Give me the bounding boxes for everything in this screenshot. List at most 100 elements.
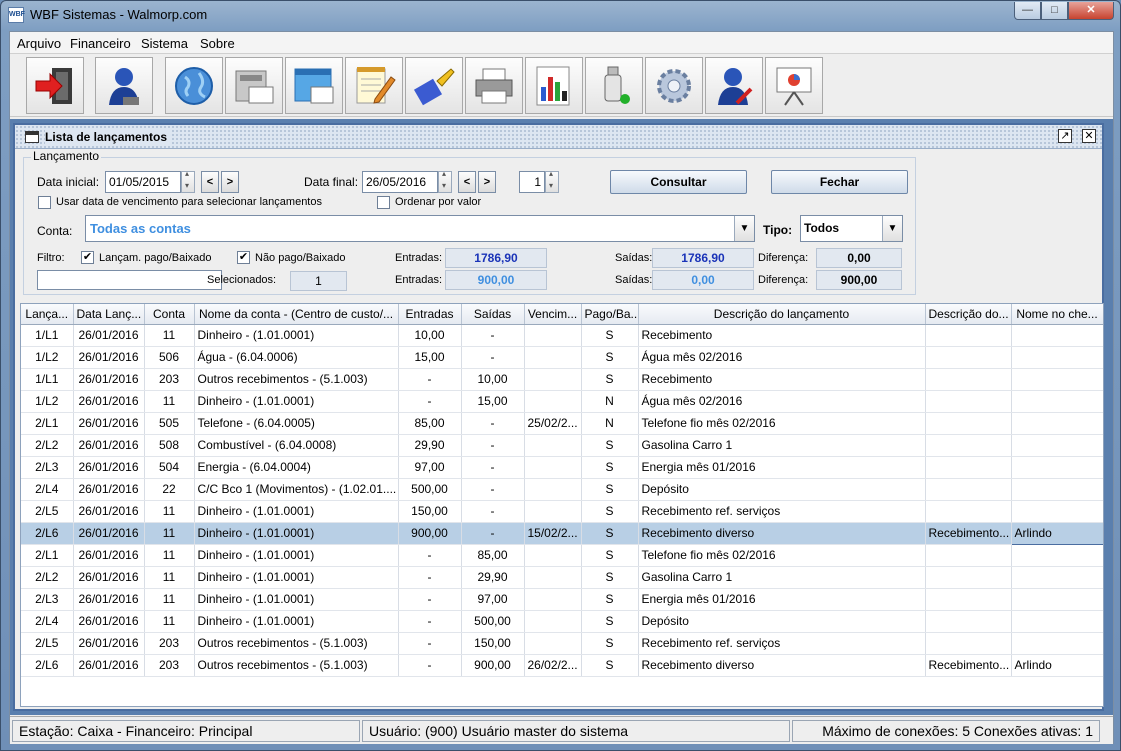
table-row[interactable]: 2/L6 26/01/2016 11 Dinheiro - (1.01.0001) 90… <box>21 521 1103 545</box>
column-header[interactable]: Saídas <box>461 304 525 325</box>
table-row[interactable]: 2/L1 26/01/2016 11 Dinheiro - (1.01.0001) -8… <box>21 544 1103 567</box>
maximize-button[interactable]: □ <box>1041 2 1068 20</box>
column-header[interactable]: Entradas <box>398 304 462 325</box>
data-inicial-prev-button[interactable]: < <box>201 171 219 193</box>
table-cell: S <box>581 478 639 501</box>
internet-button[interactable] <box>165 57 223 114</box>
settings-button[interactable] <box>645 57 703 114</box>
table-cell: Outros recebimentos - (5.1.003) <box>194 632 399 655</box>
menu-sobre[interactable]: Sobre <box>200 36 235 51</box>
column-header[interactable]: Pago/Ba... <box>581 304 639 325</box>
column-header[interactable]: Data Lanç... <box>73 304 145 325</box>
table-cell: - <box>398 544 462 567</box>
table-cell: Outros recebimentos - (5.1.003) <box>194 654 399 677</box>
data-final-spinner[interactable] <box>438 169 452 193</box>
table-cell <box>925 390 1012 413</box>
entradas-total: 1786,90 <box>445 248 547 268</box>
table-cell <box>1011 610 1103 633</box>
table-cell: Dinheiro - (1.01.0001) <box>194 324 399 347</box>
group-label: Lançamento <box>31 149 102 163</box>
usar-vencimento-checkbox[interactable] <box>38 196 51 209</box>
consultar-button[interactable]: Consultar <box>610 170 747 194</box>
table-header: Lança... Data Lanç... Conta Nome da conta -… <box>21 304 1103 325</box>
table-row[interactable]: 1/L1 26/01/2016 203 Outros recebimentos - (… <box>21 368 1103 391</box>
lancamentos-table[interactable]: Lança... Data Lanç... Conta Nome da conta -… <box>20 303 1104 707</box>
ordenar-valor-checkbox[interactable] <box>377 196 390 209</box>
data-inicial-spinner[interactable] <box>181 169 195 193</box>
table-cell: 26/01/2016 <box>73 390 145 413</box>
chevron-down-icon[interactable]: ▼ <box>882 216 902 241</box>
counter-input[interactable]: 1 <box>519 171 545 193</box>
data-inicial-input[interactable]: 01/05/2015 <box>105 171 181 193</box>
table-row[interactable]: 2/L2 26/01/2016 11 Dinheiro - (1.01.0001) -2… <box>21 566 1103 589</box>
counter-spinner[interactable] <box>545 169 559 193</box>
status-bar: Estação: Caixa - Financeiro: Principal U… <box>10 716 1113 744</box>
conta-select[interactable]: Todas as contas ▼ <box>85 215 755 242</box>
column-header[interactable]: Conta <box>144 304 195 325</box>
notepad-button[interactable] <box>345 57 403 114</box>
table-row[interactable]: 1/L2 26/01/2016 11 Dinheiro - (1.01.0001) -1… <box>21 390 1103 413</box>
data-final-prev-button[interactable]: < <box>458 171 476 193</box>
client-area: Arquivo Financeiro Sistema Sobre Lista d… <box>9 31 1114 744</box>
table-row[interactable]: 1/L2 26/01/2016 506 Água - (6.04.0006) 15,00… <box>21 346 1103 369</box>
close-button[interactable]: ✕ <box>1068 2 1114 20</box>
table-row[interactable]: 2/L5 26/01/2016 11 Dinheiro - (1.01.0001) 15… <box>21 500 1103 523</box>
pago-checkbox[interactable]: ✔ <box>81 251 94 264</box>
printer-button[interactable] <box>465 57 523 114</box>
table-row[interactable]: 2/L2 26/01/2016 508 Combustível - (6.04.000… <box>21 434 1103 457</box>
column-header[interactable]: Lança... <box>21 304 74 325</box>
table-row[interactable]: 2/L5 26/01/2016 203 Outros recebimentos - (… <box>21 632 1103 655</box>
table-cell: S <box>581 346 639 369</box>
table-row[interactable]: 2/L4 26/01/2016 22 C/C Bco 1 (Movimentos) -… <box>21 478 1103 501</box>
frame-title-bar[interactable]: Lista de lançamentos ↗ ✕ <box>15 125 1102 149</box>
table-cell: 500,00 <box>398 478 462 501</box>
column-header[interactable]: Descrição do... <box>925 304 1012 325</box>
table-cell: 1/L2 <box>21 390 74 413</box>
chart-button[interactable] <box>525 57 583 114</box>
frame-detach-icon[interactable]: ↗ <box>1058 129 1072 143</box>
table-cell: 11 <box>144 588 195 611</box>
minimize-button[interactable]: — <box>1014 2 1041 20</box>
data-final-input[interactable]: 26/05/2016 <box>362 171 438 193</box>
title-bar[interactable]: WBF WBF Sistemas - Walmorp.com — □ ✕ <box>1 1 1120 29</box>
tipo-select[interactable]: Todos ▼ <box>800 215 903 242</box>
table-cell <box>925 368 1012 391</box>
user-tools-button[interactable] <box>705 57 763 114</box>
exit-button[interactable] <box>26 57 84 114</box>
user-button[interactable] <box>95 57 153 114</box>
table-cell: 15,00 <box>398 346 462 369</box>
table-cell: Energia mês 01/2016 <box>638 588 926 611</box>
nao-pago-checkbox[interactable]: ✔ <box>237 251 250 264</box>
table-cell <box>524 500 582 523</box>
table-cell: 85,00 <box>461 544 525 567</box>
table-row[interactable]: 2/L6 26/01/2016 203 Outros recebimentos - (… <box>21 654 1103 677</box>
window-button[interactable] <box>285 57 343 114</box>
table-cell: Recebimento ref. serviços <box>638 632 926 655</box>
column-header[interactable]: Vencim... <box>524 304 582 325</box>
column-header[interactable]: Descrição do lançamento <box>638 304 926 325</box>
table-cell: S <box>581 456 639 479</box>
filtro-input[interactable] <box>37 270 222 290</box>
column-header[interactable]: Nome no che... <box>1011 304 1103 325</box>
chevron-down-icon[interactable]: ▼ <box>734 216 754 241</box>
data-final-next-button[interactable]: > <box>478 171 496 193</box>
menu-financeiro[interactable]: Financeiro <box>70 36 131 51</box>
presentation-button[interactable] <box>765 57 823 114</box>
scanner-button[interactable] <box>225 57 283 114</box>
data-inicial-next-button[interactable]: > <box>221 171 239 193</box>
table-cell: 26/01/2016 <box>73 610 145 633</box>
table-row[interactable]: 2/L4 26/01/2016 11 Dinheiro - (1.01.0001) -5… <box>21 610 1103 633</box>
menu-sistema[interactable]: Sistema <box>141 36 188 51</box>
usb-button[interactable] <box>585 57 643 114</box>
brush-button[interactable] <box>405 57 463 114</box>
table-cell: 11 <box>144 566 195 589</box>
table-row[interactable]: 2/L3 26/01/2016 11 Dinheiro - (1.01.0001) -9… <box>21 588 1103 611</box>
fechar-button[interactable]: Fechar <box>771 170 908 194</box>
table-cell <box>1011 346 1103 369</box>
table-row[interactable]: 2/L1 26/01/2016 505 Telefone - (6.04.0005) 8… <box>21 412 1103 435</box>
column-header[interactable]: Nome da conta - (Centro de custo/... <box>194 304 399 325</box>
table-row[interactable]: 1/L1 26/01/2016 11 Dinheiro - (1.01.0001) 10… <box>21 324 1103 347</box>
table-row[interactable]: 2/L3 26/01/2016 504 Energia - (6.04.0004) 97… <box>21 456 1103 479</box>
frame-close-icon[interactable]: ✕ <box>1082 129 1096 143</box>
menu-arquivo[interactable]: Arquivo <box>17 36 61 51</box>
